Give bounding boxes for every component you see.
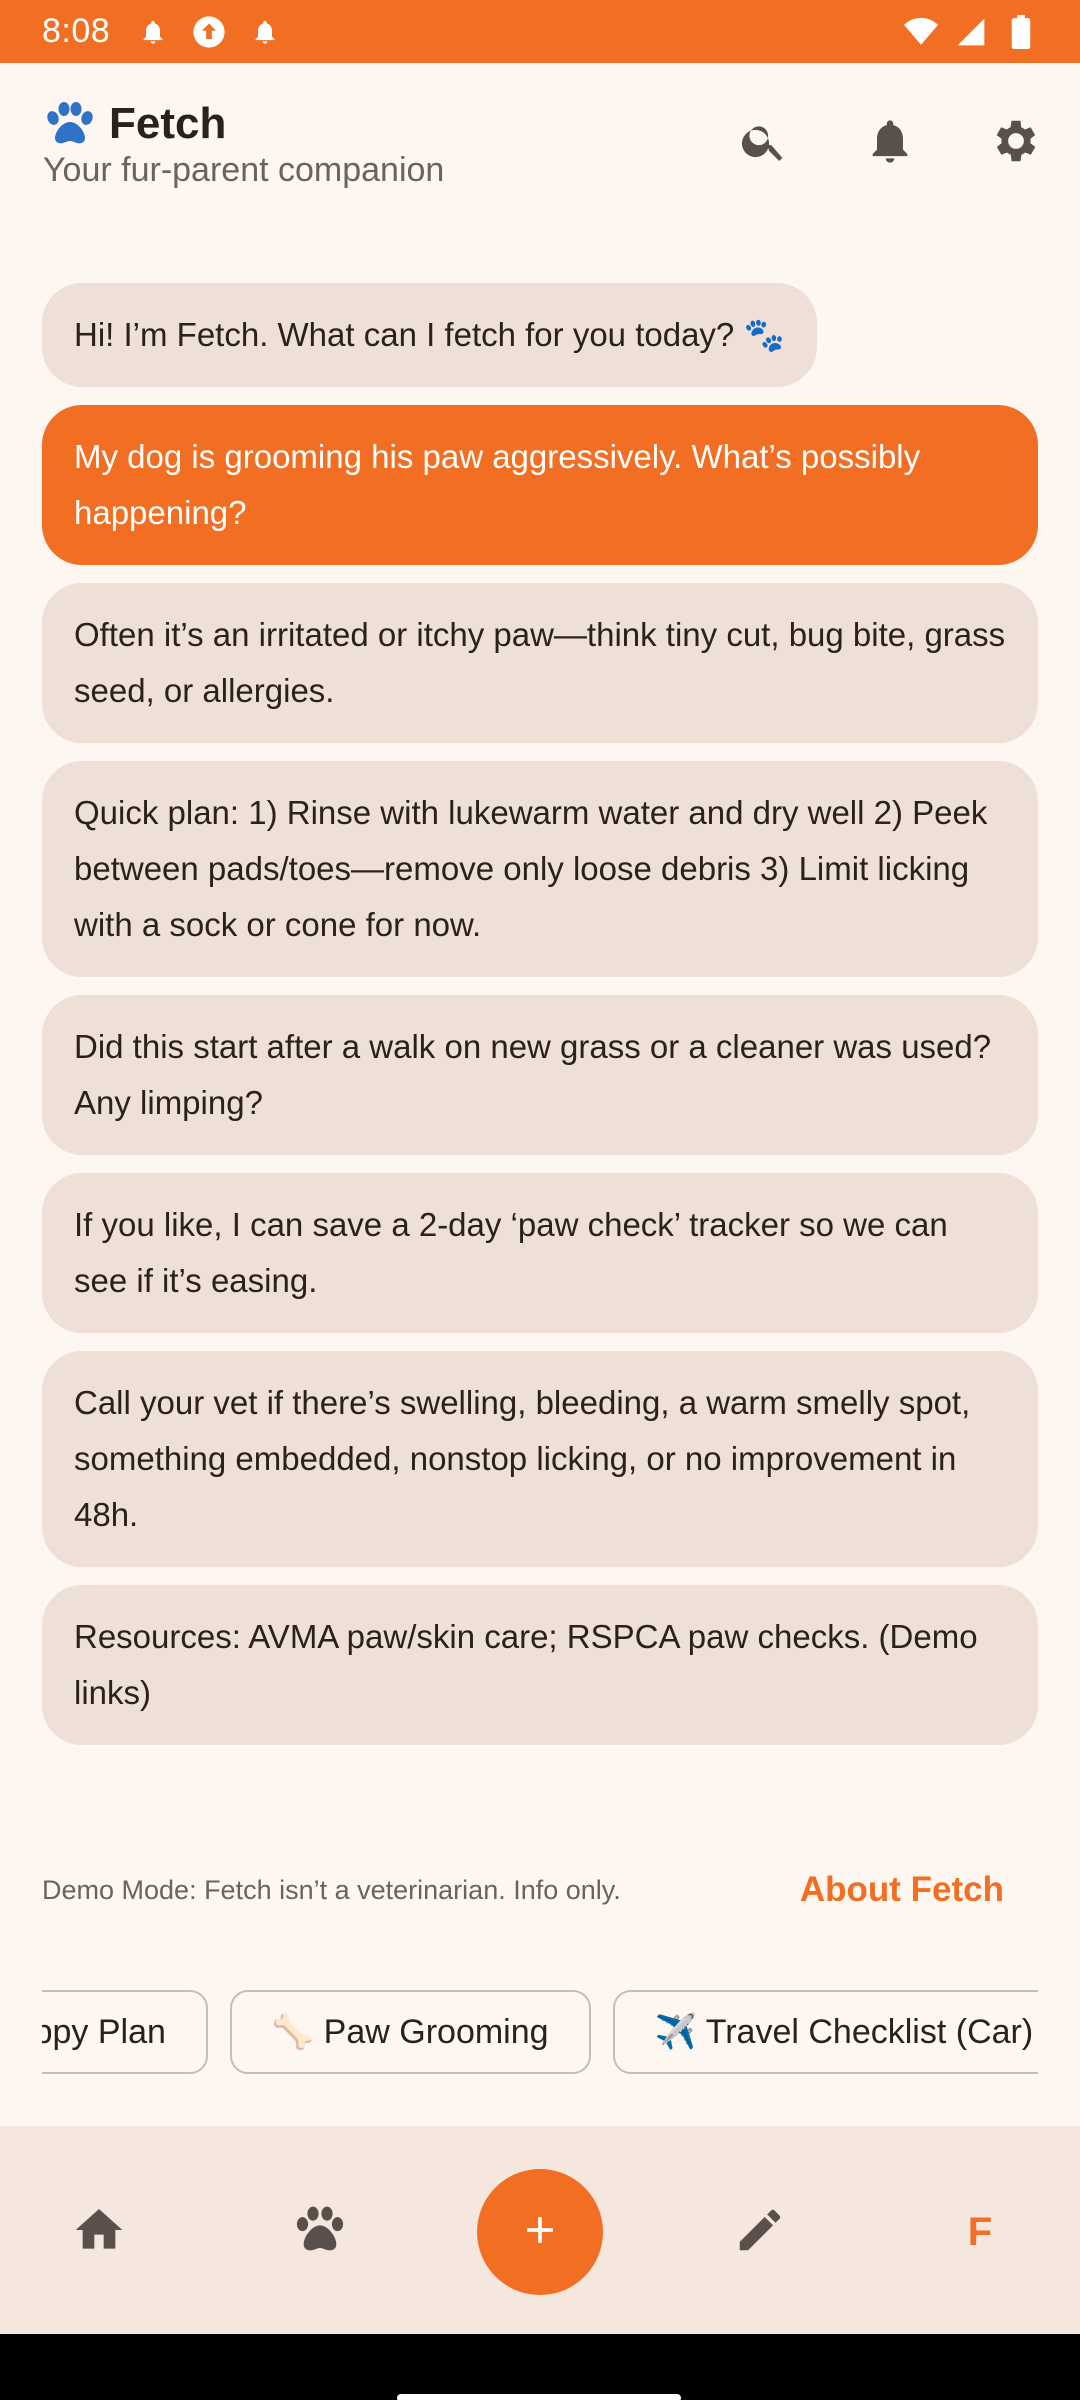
system-nav-bar: [0, 2334, 1080, 2400]
status-time: 8:08: [42, 12, 111, 50]
add-icon: [518, 2208, 562, 2257]
battery-icon: [1004, 14, 1038, 49]
bot-message: Often it’s an irritated or itchy paw—thi…: [42, 583, 1038, 743]
user-message: My dog is grooming his paw aggressively.…: [42, 405, 1038, 565]
settings-button[interactable]: [988, 115, 1044, 171]
cellular-signal-icon: [954, 15, 988, 49]
home-icon: [71, 2202, 127, 2263]
brand: Fetch: [43, 99, 226, 149]
add-button[interactable]: [477, 2169, 603, 2295]
bot-message: Call your vet if there’s swelling, bleed…: [42, 1351, 1038, 1567]
search-button[interactable]: [736, 115, 792, 171]
demo-disclaimer: Demo Mode: Fetch isn’t a veterinarian. I…: [42, 1874, 621, 1905]
app-header: Fetch Your fur-parent companion: [0, 63, 1080, 223]
chip-puppy-plan[interactable]: Puppy Plan: [42, 1990, 208, 2074]
home-indicator[interactable]: [397, 2394, 681, 2400]
bot-message: Resources: AVMA paw/skin care; RSPCA paw…: [42, 1585, 1038, 1745]
app-title: Fetch: [109, 99, 227, 148]
bot-message: Hi! I’m Fetch. What can I fetch for you …: [42, 283, 817, 387]
chat-thread: Hi! I’m Fetch. What can I fetch for you …: [42, 283, 1038, 1763]
app-subtitle: Your fur-parent companion: [43, 151, 445, 189]
nav-profile[interactable]: F: [940, 2192, 1020, 2272]
nav-edit[interactable]: [720, 2192, 800, 2272]
gear-icon: [989, 114, 1043, 173]
upload-icon: [192, 15, 226, 49]
wifi-icon: [904, 15, 938, 49]
notification-bell-icon: [248, 15, 282, 49]
disclaimer-row: Demo Mode: Fetch isn’t a veterinarian. I…: [42, 1860, 1038, 1920]
bottom-nav: F: [0, 2126, 1080, 2334]
profile-initial: F: [967, 2209, 993, 2254]
suggestion-chips: Puppy Plan 🦴 Paw Grooming ✈️ Travel Chec…: [42, 1990, 1038, 2074]
chip-paw-grooming[interactable]: 🦴 Paw Grooming: [229, 1990, 591, 2074]
nav-home[interactable]: [59, 2192, 139, 2272]
about-fetch-link[interactable]: About Fetch: [800, 1870, 1004, 1910]
paw-icon: [291, 2202, 349, 2263]
search-icon: [739, 116, 789, 171]
bot-message: If you like, I can save a 2-day ‘paw che…: [42, 1173, 1038, 1333]
paw-logo-icon: [43, 100, 97, 148]
notifications-button[interactable]: [862, 115, 918, 171]
status-bar: 8:08: [0, 0, 1080, 63]
bell-icon: [864, 113, 916, 174]
chip-travel-checklist[interactable]: ✈️ Travel Checklist (Car): [612, 1990, 1038, 2074]
pencil-icon: [733, 2203, 787, 2262]
bot-message: Did this start after a walk on new grass…: [42, 995, 1038, 1155]
notification-bell-icon: [136, 15, 170, 49]
bot-message: Quick plan: 1) Rinse with lukewarm water…: [42, 761, 1038, 977]
nav-pets[interactable]: [280, 2192, 360, 2272]
